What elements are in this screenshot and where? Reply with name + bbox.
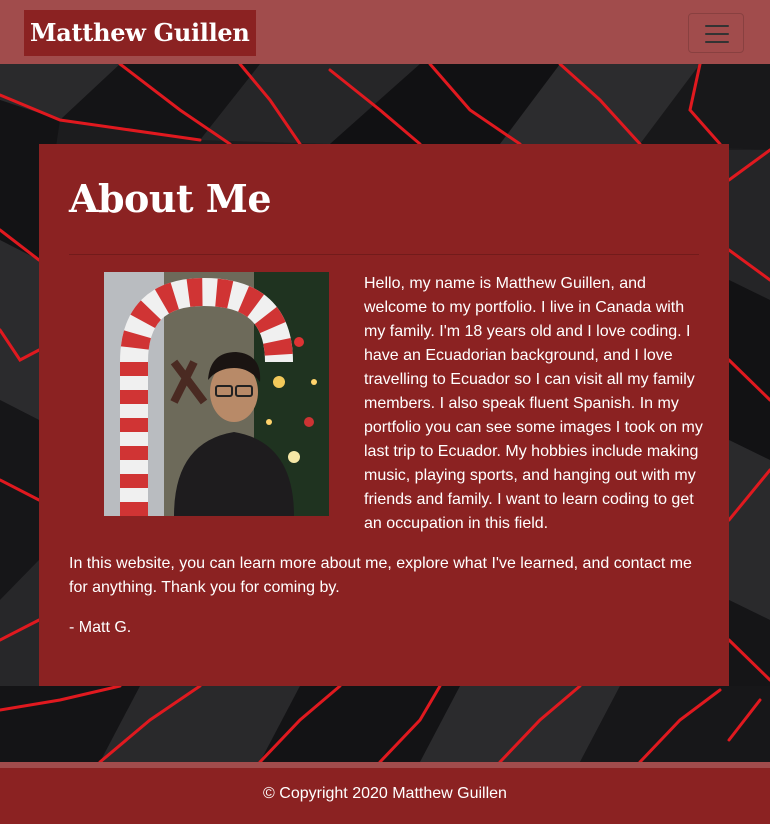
copyright-text: © Copyright 2020 Matthew Guillen [263, 785, 507, 802]
profile-photo [104, 272, 329, 516]
navbar: Matthew Guillen [0, 0, 770, 64]
hamburger-menu-icon [705, 33, 729, 35]
brand-link[interactable]: Matthew Guillen [24, 10, 256, 56]
hamburger-menu-icon [705, 41, 729, 43]
navbar-toggler-button[interactable] [688, 13, 744, 53]
footer: © Copyright 2020 Matthew Guillen [0, 768, 770, 824]
about-card: About Me Hello, my name is Matthew Guill… [39, 144, 729, 686]
bio-paragraph: Hello, my name is Matthew Guillen, and w… [364, 275, 703, 532]
divider [69, 254, 699, 255]
hamburger-menu-icon [705, 25, 729, 27]
closing-paragraph: In this website, you can learn more abou… [69, 555, 692, 596]
page-title: About Me [69, 176, 272, 221]
signature: - Matt G. [69, 619, 132, 636]
